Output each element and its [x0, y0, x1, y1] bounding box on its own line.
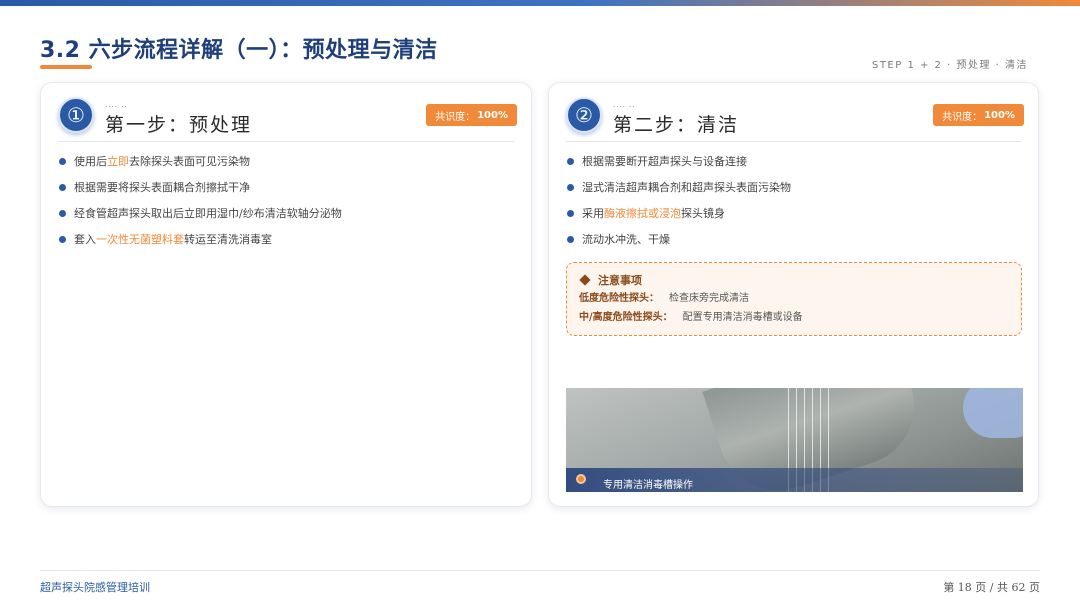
- notice-row: 低度危险性探头： 检查床旁完成清洁: [579, 289, 1009, 308]
- step1-card: ① ···· ·· 第一步：预处理 共识度： 100% 使用后立即去除探头表面可…: [40, 82, 532, 507]
- bullet-dot-icon: [567, 236, 574, 243]
- bullet-text: 去除探头表面可见污染物: [129, 155, 250, 168]
- bullet-text: 探头镜身: [681, 207, 725, 220]
- bullet-dot-icon: [567, 210, 574, 217]
- step2-heading: 第二步：清洁: [613, 114, 740, 136]
- step1-heading: 第一步：预处理: [105, 114, 253, 136]
- bullet-dot-icon: [59, 158, 66, 165]
- step1-number-badge: ①: [58, 97, 94, 133]
- notice-value: 检查床旁完成清洁: [669, 293, 749, 304]
- consensus-value: 100%: [984, 109, 1015, 121]
- bullet-text: 使用后: [74, 155, 107, 168]
- title-underline: [40, 65, 92, 69]
- notice-value: 配置专用清洁消毒槽或设备: [682, 312, 803, 323]
- bullet-highlight: 一次性无菌塑料套: [96, 233, 184, 246]
- step2-number-badge: ②: [566, 97, 602, 133]
- photo-caption: 专用清洁消毒槽操作: [603, 480, 693, 491]
- notice-key: 中/高度危险性探头：: [579, 312, 673, 323]
- bullet-text: 根据需要将探头表面耦合剂擦拭干净: [74, 181, 250, 194]
- bullet-text: 采用: [582, 207, 604, 220]
- bullet-dot-icon: [567, 158, 574, 165]
- list-item: 套入一次性无菌塑料套转运至清洗消毒室: [59, 231, 513, 257]
- consensus-label: 共识度：: [435, 111, 476, 123]
- list-item: 湿式清洁超声耦合剂和超声探头表面污染物: [567, 179, 1020, 205]
- cleaning-tank-photo: 专用清洁消毒槽操作: [566, 388, 1023, 492]
- bullet-text: 转运至清洗消毒室: [184, 233, 272, 246]
- step-caption: STEP 1 + 2 · 预处理 · 清洁: [871, 60, 1028, 71]
- page-title: 3.2 六步流程详解（一）：预处理与清洁: [40, 38, 438, 63]
- step1-bullet-list: 使用后立即去除探头表面可见污染物 根据需要将探头表面耦合剂擦拭干净 经食管超声探…: [59, 153, 513, 257]
- list-item: 采用酶液擦拭或浸泡探头镜身: [567, 205, 1020, 231]
- bullet-dot-icon: [59, 210, 66, 217]
- consensus-label: 共识度：: [942, 111, 983, 123]
- page-number: 第 18 页 / 共 62 页: [943, 581, 1040, 594]
- photo-glove-shape: [963, 388, 1023, 438]
- step2-card: ② ···· ·· 第二步：清洁 共识度： 100% 根据需要断开超声探头与设备…: [548, 82, 1039, 507]
- list-item: 流动水冲洗、干燥: [567, 231, 1020, 257]
- bullet-text: 根据需要断开超声探头与设备连接: [582, 155, 747, 168]
- bullet-text: 流动水冲洗、干燥: [582, 233, 670, 246]
- notice-title: 注意事项: [579, 271, 1009, 289]
- bullet-dot-icon: [59, 236, 66, 243]
- card-divider: [58, 141, 514, 142]
- step2-bullet-list: 根据需要断开超声探头与设备连接 湿式清洁超声耦合剂和超声探头表面污染物 采用酶液…: [567, 153, 1020, 257]
- list-item: 根据需要断开超声探头与设备连接: [567, 153, 1020, 179]
- notice-box: 注意事项 低度危险性探头： 检查床旁完成清洁 中/高度危险性探头： 配置专用清洁消毒…: [566, 262, 1022, 336]
- footer-course-title: 超声探头院感管理培训: [40, 581, 150, 594]
- card-divider: [566, 141, 1021, 142]
- list-item: 使用后立即去除探头表面可见污染物: [59, 153, 513, 179]
- bullet-text: 经食管超声探头取出后立即用湿巾/纱布清洁软轴分泌物: [74, 207, 342, 220]
- bullet-text: 湿式清洁超声耦合剂和超声探头表面污染物: [582, 181, 791, 194]
- footer-divider: [40, 570, 1040, 571]
- notice-key: 低度危险性探头：: [579, 293, 659, 304]
- notice-title-text: 注意事项: [598, 274, 642, 287]
- step2-consensus-badge: 共识度： 100%: [933, 104, 1024, 126]
- bullet-dot-icon: [59, 184, 66, 191]
- consensus-value: 100%: [477, 109, 508, 121]
- step1-consensus-badge: 共识度： 100%: [426, 104, 517, 126]
- top-accent-bar: [0, 0, 1080, 6]
- bullet-highlight: 立即: [107, 155, 129, 168]
- bullet-highlight: 酶液擦拭或浸泡: [604, 207, 681, 220]
- bullet-dot-icon: [567, 184, 574, 191]
- diamond-icon: [579, 274, 591, 286]
- notice-row: 中/高度危险性探头： 配置专用清洁消毒槽或设备: [579, 308, 1009, 327]
- list-item: 根据需要将探头表面耦合剂擦拭干净: [59, 179, 513, 205]
- caption-dot-icon: [576, 474, 586, 484]
- bullet-text: 套入: [74, 233, 96, 246]
- list-item: 经食管超声探头取出后立即用湿巾/纱布清洁软轴分泌物: [59, 205, 513, 231]
